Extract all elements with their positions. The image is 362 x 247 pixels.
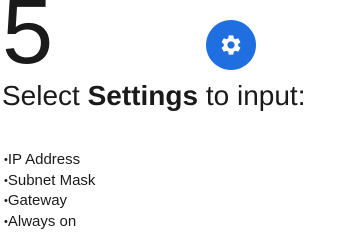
instruction-prefix: Select: [2, 80, 88, 111]
list-item-label: Subnet Mask: [7, 171, 96, 189]
gear-icon: [221, 35, 241, 55]
settings-field-list: •IP Address •Subnet Mask •Gateway •Alway…: [4, 150, 95, 232]
list-item-ip-address: •IP Address: [4, 150, 95, 171]
list-item-gateway: •Gateway: [4, 191, 95, 212]
list-item-label: IP Address: [7, 151, 81, 168]
instruction-text: Select Settings to input:: [2, 80, 305, 112]
step-number: 5: [2, 0, 54, 83]
list-item-label: Always on: [7, 212, 77, 230]
list-item-subnet-mask: •Subnet Mask: [4, 171, 95, 192]
list-item-always-on: •Always on: [4, 212, 95, 233]
settings-icon-badge: [206, 20, 256, 70]
instruction-settings-emphasis: Settings: [87, 80, 199, 111]
list-item-label: Gateway: [7, 192, 68, 209]
instruction-suffix: to input:: [198, 80, 306, 111]
